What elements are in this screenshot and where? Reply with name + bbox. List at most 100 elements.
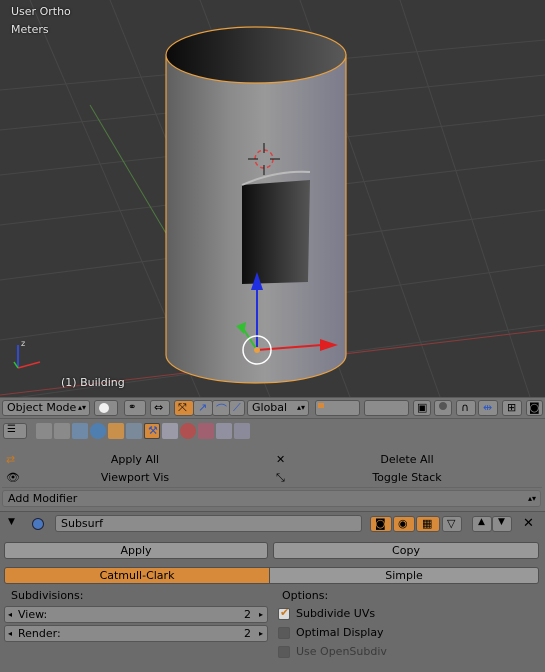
render-tab-icon[interactable] [36,423,52,439]
x-icon: ✕ [276,453,286,466]
catmull-clark-toggle[interactable]: Catmull-Clark [4,567,270,584]
properties-tabs: ☰ ⚒ [0,418,545,445]
scale-icon: ⌒ [216,403,227,416]
object-tab-icon[interactable] [108,423,124,439]
texture-tab-icon[interactable] [198,423,214,439]
falloff-icon: ∩ [461,401,470,414]
pivot-icon: ⚭ [128,402,137,413]
viewport-vis-button[interactable]: 👁 Viewport Vis [2,469,268,486]
scale-manipulator-button[interactable]: ⌒ [212,400,230,416]
move-down-button[interactable]: ▼ [492,516,512,532]
camera-icon: ◙ [375,517,386,530]
modifier-properties: ⇄ Apply All ✕ Delete All 👁 Viewport Vis ⤡ To… [0,445,545,672]
arrow-up-icon: ▲ [478,517,485,527]
manipulator-toggle-button[interactable]: ⇔ [150,400,170,416]
triangle-down-icon: ▽ [447,517,456,530]
subdivide-uvs-checkbox[interactable]: ✔ [278,606,290,620]
viewport-shading-button[interactable] [94,400,118,416]
eye-icon: ◉ [398,517,408,530]
viewport-scene: z [0,0,545,397]
subdivide-uvs-label: Subdivide UVs [296,607,376,620]
eye-icon: 👁 [6,471,20,484]
editmode-icon: ▦ [422,517,433,530]
cylinder-top [165,26,347,84]
chevron-updown-icon: ▴▾ [77,403,86,412]
expand-arrows-icon: ⤡ [276,471,285,484]
material-tab-icon[interactable] [180,423,196,439]
subdivisions-label: Subdivisions: [11,589,84,602]
increment-icon[interactable]: ▸ [259,626,263,641]
viewport-visibility-button[interactable]: ◉ [393,516,415,532]
view-levels-field[interactable]: ◂ View: 2 ▸ [4,606,268,623]
shading-sphere-icon [99,403,109,413]
remove-modifier-icon[interactable]: ✕ [523,516,534,531]
layers-group-2[interactable] [364,400,409,416]
collapse-triangle-icon[interactable]: ▼ [8,517,15,527]
units-label: Meters [11,23,49,36]
y-axis-line [89,104,171,241]
constraints-tab-icon[interactable] [126,423,142,439]
decrement-icon[interactable]: ◂ [8,607,12,622]
manipulator-space-button[interactable]: ⟋ [229,400,245,416]
use-opensubdiv-checkbox[interactable] [278,646,290,658]
use-opensubdiv-label: Use OpenSubdiv [296,645,387,658]
add-modifier-dropdown[interactable]: Add Modifier ▴▾ [2,490,541,507]
menu-icon: ☰ [7,424,16,435]
physics-tab-icon[interactable] [234,423,250,439]
cage-button[interactable]: ▽ [442,516,462,532]
render-visibility-button[interactable]: ◙ [370,516,392,532]
toggle-stack-button[interactable]: ⤡ Toggle Stack [272,469,542,486]
render-button[interactable]: ◙ [526,400,543,416]
falloff-button[interactable]: ∩ [456,400,476,416]
translate-manipulator-button[interactable]: ⤧ [174,400,194,416]
decrement-icon[interactable]: ◂ [8,626,12,641]
render-levels-field[interactable]: ◂ Render: 2 ▸ [4,625,268,642]
simple-toggle[interactable]: Simple [269,567,539,584]
orientation-select[interactable]: Global ▴▾ [247,400,309,416]
editor-type-button[interactable]: ☰ [3,423,27,439]
view-axes-widget: z [13,339,41,369]
rotate-icon: ↗ [198,401,208,414]
subsurf-type-icon [32,518,44,530]
world-tab-icon[interactable] [90,423,106,439]
optimal-display-checkbox[interactable] [278,627,290,639]
lock-layers-button[interactable]: ▣ [413,400,431,416]
chevron-updown-icon: ▴▾ [527,494,536,503]
snap-element-button[interactable]: ⊞ [502,400,522,416]
move-up-button[interactable]: ▲ [472,516,492,532]
data-tab-icon[interactable] [162,423,178,439]
delete-all-button[interactable]: ✕ Delete All [272,451,542,468]
wrench-icon: ⚒ [148,424,158,437]
mode-select[interactable]: Object Mode ▴▾ [2,400,90,416]
translate-icon: ⤧ [178,401,187,414]
layers-group-1[interactable] [315,400,360,416]
proportional-edit-button[interactable] [434,400,452,416]
apply-all-icon: ⇄ [6,453,16,466]
chevron-updown-icon: ▴▾ [296,403,305,412]
arrow-down-icon: ▼ [498,517,505,527]
active-object-label: (1) Building [61,376,125,389]
scene-tab-icon[interactable] [72,423,88,439]
optimal-display-label: Optimal Display [296,626,384,639]
copy-button[interactable]: Copy [273,542,539,559]
3d-viewport[interactable]: z User Ortho Meters (1) Building [0,0,545,397]
apply-all-button[interactable]: ⇄ Apply All [2,451,268,468]
apply-button[interactable]: Apply [4,542,268,559]
render-layers-tab-icon[interactable] [54,423,70,439]
options-label: Options: [282,589,329,602]
particles-tab-icon[interactable] [216,423,232,439]
pivot-point-button[interactable]: ⚭ [124,400,146,416]
snap-toggle-button[interactable]: ⇹ [478,400,498,416]
snap-icon: ⇹ [483,401,493,414]
circle-icon [439,402,447,410]
svg-text:z: z [21,339,25,348]
increment-icon[interactable]: ▸ [259,607,263,622]
rotate-manipulator-button[interactable]: ↗ [193,400,213,416]
editmode-visibility-button[interactable]: ▦ [416,516,440,532]
space-icon: ⟋ [233,401,241,414]
checkmark-icon: ✔ [280,606,290,619]
lock-icon: ▣ [417,401,428,414]
modifiers-tab-icon[interactable]: ⚒ [144,423,160,439]
manipulator-icon: ⇔ [154,401,164,414]
modifier-name-field[interactable]: Subsurf [55,515,362,532]
